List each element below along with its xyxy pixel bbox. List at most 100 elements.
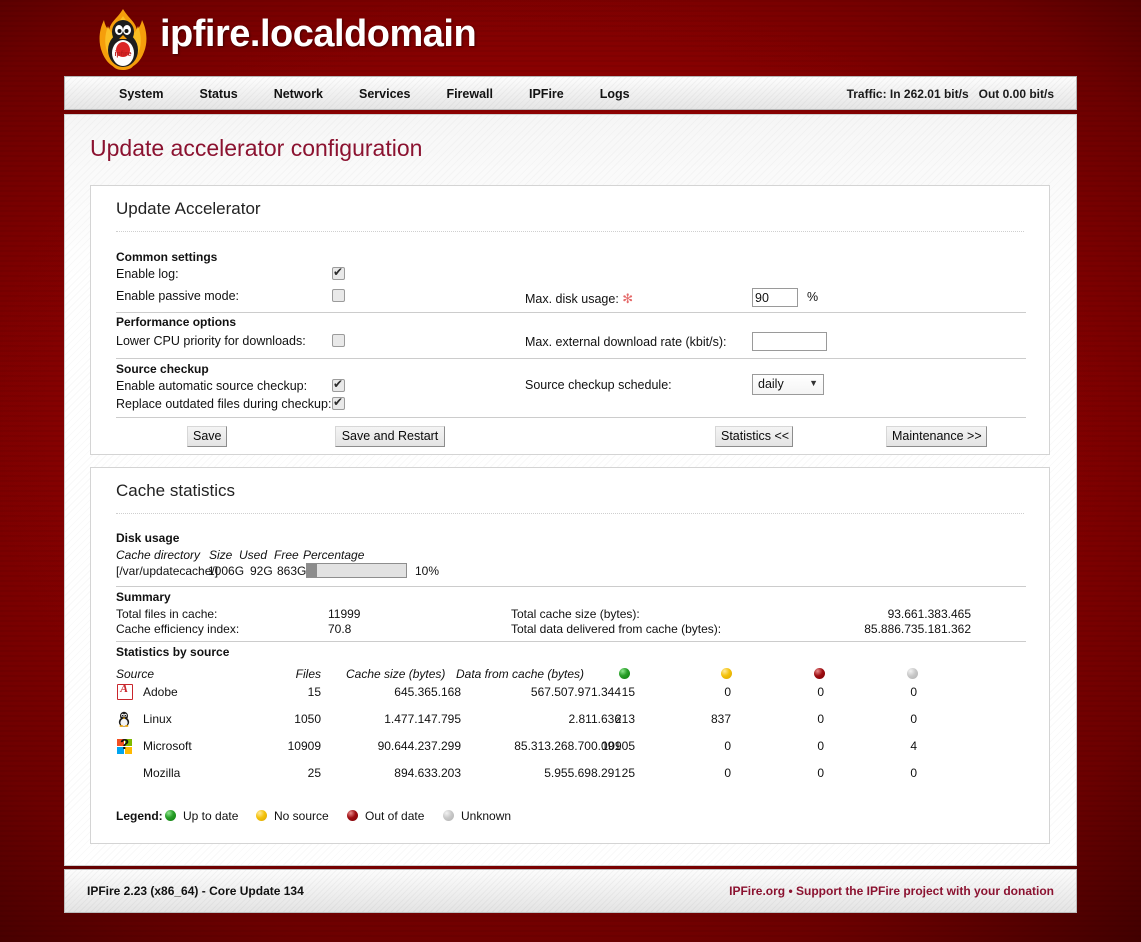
source-no-source: 0 bbox=[724, 739, 731, 753]
legend-out-of-date-label: Out of date bbox=[365, 809, 425, 823]
source-out-of-date: 0 bbox=[817, 685, 824, 699]
legend-up-to-date-led-icon bbox=[165, 810, 176, 821]
source-up-to-date: 25 bbox=[621, 766, 635, 780]
source-cache-size: 1.477.147.795 bbox=[384, 712, 461, 726]
save-and-restart-button[interactable]: Save and Restart bbox=[335, 426, 445, 447]
replace-outdated-checkbox[interactable] bbox=[332, 395, 345, 410]
maintenance-toggle-button[interactable]: Maintenance >> bbox=[886, 426, 987, 447]
disk-usage-percent-label: 10% bbox=[415, 564, 440, 578]
col-header-data-from-cache: Data from cache (bytes) bbox=[456, 667, 585, 681]
required-asterisk-icon: ✻ bbox=[622, 291, 634, 306]
page-title-domain: ipfire.localdomain bbox=[160, 13, 477, 55]
enable-log-label: Enable log: bbox=[116, 267, 179, 281]
legend-up-to-date-label: Up to date bbox=[183, 809, 239, 823]
nav-item-logs[interactable]: Logs bbox=[582, 77, 648, 111]
settings-row-divider-2 bbox=[116, 358, 1026, 359]
nav-item-network[interactable]: Network bbox=[256, 77, 341, 111]
cache-statistics-box: Cache statistics Disk usage Cache direct… bbox=[90, 467, 1050, 844]
enable-passive-checkbox[interactable] bbox=[332, 289, 345, 302]
legend-unknown-label: Unknown bbox=[461, 809, 512, 823]
source-no-source: 837 bbox=[710, 712, 731, 726]
update-accelerator-settings-box: Update Accelerator Common settings Enabl… bbox=[90, 185, 1050, 455]
footer-donation-link[interactable]: IPFire.org • Support the IPFire project … bbox=[729, 884, 1054, 898]
lower-cpu-checkbox[interactable] bbox=[332, 334, 345, 347]
stats-divider-2 bbox=[116, 641, 1026, 642]
disk-free: 863G bbox=[277, 564, 307, 578]
source-files: 15 bbox=[307, 685, 321, 699]
settings-row-divider-3 bbox=[116, 417, 1026, 418]
summary-value-data-delivered: 85.886.735.181.362 bbox=[864, 622, 971, 636]
chevron-down-icon: ▼ bbox=[809, 378, 818, 388]
source-no-source: 0 bbox=[724, 685, 731, 699]
enable-passive-label: Enable passive mode: bbox=[116, 289, 239, 303]
replace-outdated-label: Replace outdated files during checkup: bbox=[116, 397, 332, 411]
summary-value-total-files: 11999 bbox=[328, 607, 361, 621]
disk-header-percentage: Percentage bbox=[303, 548, 365, 562]
nav-item-firewall[interactable]: Firewall bbox=[428, 77, 511, 111]
source-files: 1050 bbox=[294, 712, 321, 726]
statistics-toggle-button[interactable]: Statistics << bbox=[715, 426, 793, 447]
ipfire-penguin-flame-logo: ipfire bbox=[99, 9, 147, 70]
legend-unknown-led-icon bbox=[443, 810, 454, 821]
auto-checkup-checkbox[interactable] bbox=[332, 377, 345, 392]
disk-header-directory: Cache directory bbox=[116, 548, 201, 562]
save-button[interactable]: Save bbox=[187, 426, 227, 447]
enable-log-checkbox[interactable] bbox=[332, 265, 345, 280]
col-header-source: Source bbox=[116, 667, 155, 681]
main-navigation-bar: System Status Network Services Firewall … bbox=[64, 76, 1077, 110]
summary-title: Summary bbox=[116, 590, 171, 604]
source-out-of-date: 0 bbox=[817, 766, 824, 780]
disk-usage-progress-bar bbox=[306, 563, 407, 578]
col-header-files: Files bbox=[295, 667, 321, 681]
page-heading: Update accelerator configuration bbox=[90, 135, 423, 161]
disk-usage-title: Disk usage bbox=[116, 531, 180, 545]
schedule-label: Source checkup schedule: bbox=[525, 378, 672, 392]
col-header-no-source-led-icon bbox=[721, 668, 732, 679]
legend-no-source-label: No source bbox=[274, 809, 329, 823]
source-checkup-label: Source checkup bbox=[116, 362, 209, 376]
legend-out-of-date-led-icon bbox=[347, 810, 358, 821]
settings-divider bbox=[116, 231, 1024, 232]
source-no-source: 0 bbox=[724, 766, 731, 780]
disk-header-free: Free bbox=[274, 548, 299, 562]
col-header-up-to-date-led-icon bbox=[619, 668, 630, 679]
cache-stats-legend: Cache statistics bbox=[116, 481, 236, 500]
summary-label-total-cache-size: Total cache size (bytes): bbox=[511, 607, 640, 621]
max-disk-usage-label: Max. disk usage: ✻ bbox=[525, 291, 633, 307]
col-header-unknown-led-icon bbox=[907, 668, 918, 679]
summary-label-data-delivered: Total data delivered from cache (bytes): bbox=[511, 622, 722, 636]
max-disk-usage-input[interactable] bbox=[752, 288, 798, 307]
max-disk-usage-label-text: Max. disk usage: bbox=[525, 292, 619, 306]
page-root: ipfire ipfire.localdomain System Status … bbox=[0, 0, 1141, 942]
source-name: Mozilla bbox=[143, 766, 181, 780]
legend-no-source-led-icon bbox=[256, 810, 267, 821]
source-cache-size: 90.644.237.299 bbox=[377, 739, 461, 753]
source-files: 10909 bbox=[287, 739, 321, 753]
performance-options-label: Performance options bbox=[116, 315, 237, 329]
nav-item-ipfire[interactable]: IPFire bbox=[511, 77, 582, 111]
summary-label-efficiency: Cache efficiency index: bbox=[116, 622, 240, 636]
nav-item-services[interactable]: Services bbox=[341, 77, 428, 111]
disk-used: 92G bbox=[250, 564, 273, 578]
source-unknown: 0 bbox=[910, 766, 917, 780]
source-out-of-date: 0 bbox=[817, 712, 824, 726]
source-unknown: 0 bbox=[910, 685, 917, 699]
page-footer: IPFire 2.23 (x86_64) - Core Update 134 I… bbox=[64, 869, 1077, 913]
source-out-of-date: 0 bbox=[817, 739, 824, 753]
source-name: Microsoft bbox=[143, 739, 192, 753]
lower-cpu-label: Lower CPU priority for downloads: bbox=[116, 334, 306, 348]
svg-text:ipfire: ipfire bbox=[114, 51, 131, 58]
max-rate-label: Max. external download rate (kbit/s): bbox=[525, 335, 727, 349]
source-unknown: 0 bbox=[910, 712, 917, 726]
legend-title: Legend: bbox=[116, 809, 163, 823]
nav-items: System Status Network Services Firewall … bbox=[101, 77, 648, 111]
disk-header-used: Used bbox=[239, 548, 268, 562]
content-panel: Update accelerator configuration Update … bbox=[64, 114, 1077, 866]
source-checkup-schedule-select[interactable]: daily ▼ bbox=[752, 374, 824, 395]
max-external-rate-input[interactable] bbox=[752, 332, 827, 351]
nav-item-status[interactable]: Status bbox=[181, 77, 255, 111]
site-header: ipfire ipfire.localdomain bbox=[64, 0, 1077, 76]
auto-checkup-label: Enable automatic source checkup: bbox=[116, 379, 308, 393]
cache-stats-divider bbox=[116, 513, 1024, 514]
nav-item-system[interactable]: System bbox=[101, 77, 181, 111]
